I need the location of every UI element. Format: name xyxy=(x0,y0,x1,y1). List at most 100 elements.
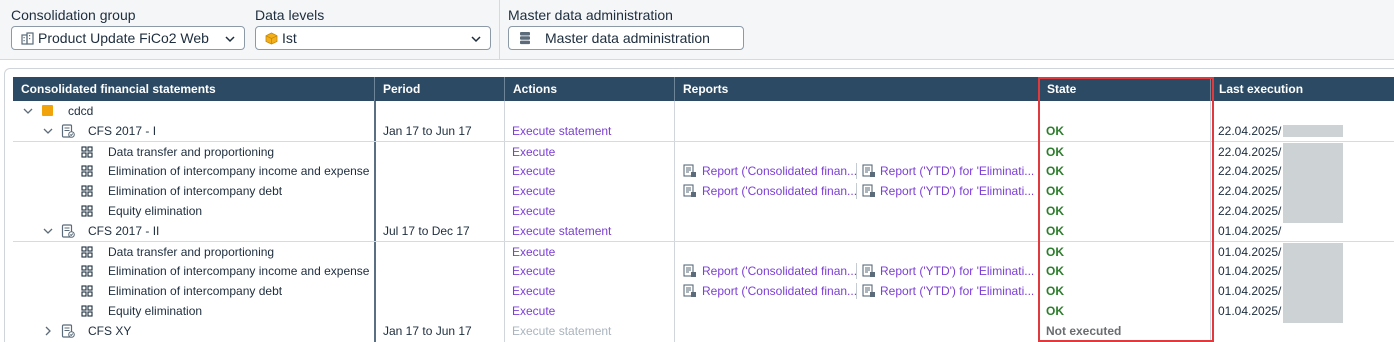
report-divider xyxy=(856,183,857,199)
statement-row[interactable]: CFS XY Jan 17 to Jun 17 Execute statemen… xyxy=(13,321,1394,341)
execute-link[interactable]: Execute xyxy=(512,242,555,262)
document-check-icon xyxy=(61,324,75,338)
report-link[interactable]: Report ('Consolidated finan... xyxy=(702,261,857,281)
column-header-reports[interactable]: Reports xyxy=(675,77,728,101)
execute-statement-link[interactable]: Execute statement xyxy=(512,321,611,341)
report-link[interactable]: Report ('Consolidated finan... xyxy=(702,161,857,181)
grid-icon xyxy=(81,305,95,319)
last-execution-value: 01.04.2025/ xyxy=(1218,224,1282,238)
statement-name: CFS 2017 - II xyxy=(88,224,160,238)
step-row[interactable]: Data transfer and proportioning Execute … xyxy=(13,241,1394,261)
last-execution-value: 01.04.2025/ xyxy=(1218,264,1282,278)
state-value: OK xyxy=(1046,145,1064,159)
execute-statement-link[interactable]: Execute statement xyxy=(512,221,611,241)
grid-icon xyxy=(81,165,95,179)
state-value: OK xyxy=(1046,204,1064,218)
column-header-state[interactable]: State xyxy=(1039,77,1076,101)
chevron-down-icon xyxy=(470,32,482,44)
execute-link[interactable]: Execute xyxy=(512,161,555,181)
report-icon xyxy=(862,264,876,278)
report-link[interactable]: Report ('YTD') for 'Eliminati... xyxy=(880,281,1034,301)
report-icon xyxy=(862,164,876,178)
chevron-down-icon[interactable] xyxy=(42,225,54,237)
consolidation-group-select[interactable]: Product Update FiCo2 Web xyxy=(11,26,245,50)
column-header-statements[interactable]: Consolidated financial statements xyxy=(13,77,216,101)
data-levels-value: Ist xyxy=(282,30,297,46)
toolbar-divider xyxy=(499,0,500,60)
report-icon xyxy=(862,284,876,298)
execute-link[interactable]: Execute xyxy=(512,261,555,281)
execute-link[interactable]: Execute xyxy=(512,301,555,321)
report-icon xyxy=(683,264,697,278)
step-row[interactable]: Elimination of intercompany income and e… xyxy=(13,261,1394,281)
column-header-actions[interactable]: Actions xyxy=(505,77,557,101)
grid-icon xyxy=(81,205,95,219)
last-execution-value: 22.04.2025/ xyxy=(1218,145,1282,159)
state-value: OK xyxy=(1046,264,1064,278)
report-link[interactable]: Report ('YTD') for 'Eliminati... xyxy=(880,181,1034,201)
statement-period: Jan 17 to Jun 17 xyxy=(383,124,472,138)
state-value: OK xyxy=(1046,245,1064,259)
data-levels-select[interactable]: Ist xyxy=(255,26,491,50)
step-row[interactable]: Elimination of intercompany debt Execute… xyxy=(13,181,1394,201)
last-execution-value: 22.04.2025/ xyxy=(1218,124,1282,138)
execute-link[interactable]: Execute xyxy=(512,181,555,201)
report-link[interactable]: Report ('Consolidated finan... xyxy=(702,281,857,301)
step-name: Equity elimination xyxy=(108,204,203,218)
step-name: Equity elimination xyxy=(108,304,203,318)
master-data-label: Master data administration xyxy=(508,7,673,23)
report-link[interactable]: Report ('YTD') for 'Eliminati... xyxy=(880,261,1034,281)
last-execution-value: 22.04.2025/ xyxy=(1218,184,1282,198)
statement-name: CFS XY xyxy=(88,324,132,338)
report-link[interactable]: Report ('Consolidated finan... xyxy=(702,181,857,201)
execute-statement-link[interactable]: Execute statement xyxy=(512,121,611,141)
group-row[interactable]: cdcd xyxy=(13,101,1394,121)
report-divider xyxy=(856,263,857,279)
step-name: Data transfer and proportioning xyxy=(108,145,275,159)
statement-row[interactable]: CFS 2017 - II Jul 17 to Dec 17 Execute s… xyxy=(13,221,1394,241)
step-row[interactable]: Data transfer and proportioning Execute … xyxy=(13,141,1394,161)
chevron-right-icon[interactable] xyxy=(42,325,54,337)
chevron-down-icon[interactable] xyxy=(42,125,54,137)
grid-icon xyxy=(81,146,95,160)
last-execution-value: 01.04.2025/ xyxy=(1218,284,1282,298)
statement-row[interactable]: CFS 2017 - I Jan 17 to Jun 17 Execute st… xyxy=(13,121,1394,141)
step-row[interactable]: Equity elimination Execute OK 22.04.2025… xyxy=(13,201,1394,221)
last-execution-value: 22.04.2025/ xyxy=(1218,164,1282,178)
step-name: Elimination of intercompany debt xyxy=(108,184,283,198)
table-header: Consolidated financial statements Period… xyxy=(13,77,1394,101)
statement-name: CFS 2017 - I xyxy=(88,124,157,138)
database-icon xyxy=(519,31,533,45)
step-name: Elimination of intercompany debt xyxy=(108,284,283,298)
last-execution-value: 22.04.2025/ xyxy=(1218,204,1282,218)
state-value: OK xyxy=(1046,224,1064,238)
execute-link[interactable]: Execute xyxy=(512,142,555,162)
state-value: OK xyxy=(1046,304,1064,318)
state-value: OK xyxy=(1046,184,1064,198)
execute-link[interactable]: Execute xyxy=(512,281,555,301)
report-divider xyxy=(856,283,857,299)
master-data-button[interactable]: Master data administration xyxy=(508,26,744,50)
report-link[interactable]: Report ('YTD') for 'Eliminati... xyxy=(880,161,1034,181)
step-name: Data transfer and proportioning xyxy=(108,245,275,259)
document-check-icon xyxy=(61,224,75,238)
grid-icon xyxy=(81,285,95,299)
step-row[interactable]: Elimination of intercompany debt Execute… xyxy=(13,281,1394,301)
column-header-last-execution[interactable]: Last execution xyxy=(1211,77,1303,101)
report-icon xyxy=(683,284,697,298)
report-divider xyxy=(856,163,857,179)
grid-icon xyxy=(81,265,95,279)
consolidation-group-label: Consolidation group xyxy=(11,7,136,23)
execute-link[interactable]: Execute xyxy=(512,201,555,221)
consolidation-group-value: Product Update FiCo2 Web xyxy=(38,30,209,46)
step-row[interactable]: Elimination of intercompany income and e… xyxy=(13,161,1394,181)
data-levels-label: Data levels xyxy=(255,7,325,23)
grid-icon xyxy=(81,246,95,260)
chevron-down-icon[interactable] xyxy=(22,105,34,117)
column-header-period[interactable]: Period xyxy=(375,77,420,101)
chevron-down-icon xyxy=(224,32,236,44)
report-icon xyxy=(683,164,697,178)
grid-icon xyxy=(81,185,95,199)
statement-period: Jul 17 to Dec 17 xyxy=(383,224,470,238)
step-row[interactable]: Equity elimination Execute OK 01.04.2025… xyxy=(13,301,1394,321)
